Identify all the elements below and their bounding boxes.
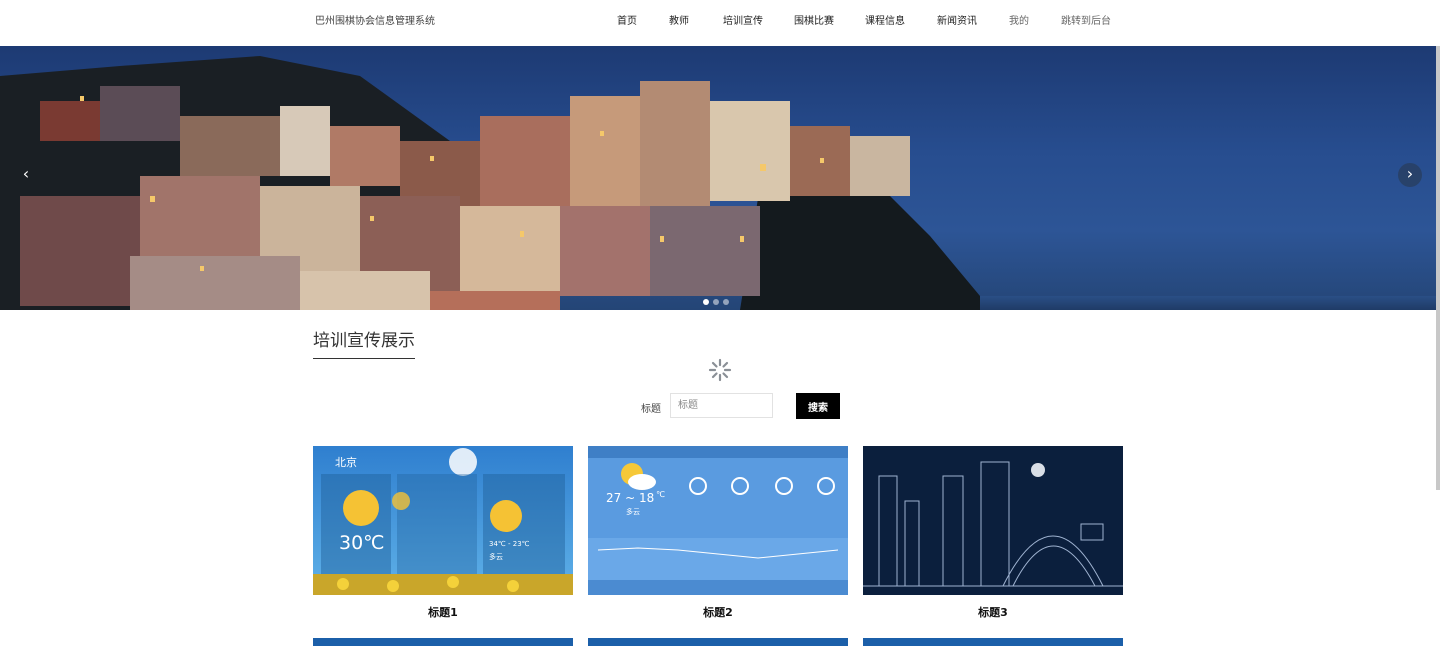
thumb-unit: ℃ xyxy=(656,490,665,499)
card-title: 标题2 xyxy=(703,606,733,619)
nav-home[interactable]: 首页 xyxy=(617,12,637,27)
top-header: 巴州围棋协会信息管理系统 首页 教师 培训宣传 围棋比赛 课程信息 新闻资讯 我… xyxy=(0,0,1440,46)
thumb-weather: 多云 xyxy=(626,508,640,516)
carousel-prev-button[interactable]: ‹ xyxy=(14,163,38,187)
promo-card-1[interactable]: 北京 30℃ 34℃ - 23℃ 多云 标题1 xyxy=(313,446,573,620)
nav-matches[interactable]: 围棋比赛 xyxy=(794,12,834,27)
carousel-indicators xyxy=(703,290,733,305)
chevron-left-icon: ‹ xyxy=(22,164,30,183)
promo-card-2[interactable]: 27 ~ 18 ℃ 多云 标题2 xyxy=(588,446,848,620)
chevron-right-icon: › xyxy=(1406,164,1414,183)
thumb-city: 北京 xyxy=(335,456,357,469)
promo-card-3[interactable]: 标题3 xyxy=(863,446,1123,620)
card-title: 标题3 xyxy=(978,606,1008,619)
search-input[interactable] xyxy=(670,393,773,418)
search-button[interactable]: 搜索 xyxy=(796,393,840,419)
banner-carousel[interactable]: ‹ › xyxy=(0,46,1436,310)
nav-training[interactable]: 培训宣传 xyxy=(723,12,763,27)
promo-card-5-partial[interactable] xyxy=(588,638,848,646)
carousel-dot-3[interactable] xyxy=(723,299,729,305)
thumb-range: 34℃ - 23℃ xyxy=(489,540,530,548)
loading-spinner-icon xyxy=(708,358,732,382)
card-thumbnail xyxy=(863,446,1123,595)
nav-courses[interactable]: 课程信息 xyxy=(865,12,905,27)
page-scrollbar[interactable] xyxy=(1436,46,1440,490)
thumb-weather: 多云 xyxy=(489,553,503,561)
card-title: 标题1 xyxy=(428,606,458,619)
card-thumbnail: 27 ~ 18 ℃ 多云 xyxy=(588,446,848,595)
main-nav: 首页 教师 培训宣传 围棋比赛 课程信息 新闻资讯 我的 跳转到后台 xyxy=(0,12,1440,32)
carousel-next-button[interactable]: › xyxy=(1398,163,1422,187)
thumb-temp-range: 27 ~ 18 xyxy=(606,491,655,505)
section-title: 培训宣传展示 xyxy=(313,326,415,359)
promo-card-4-partial[interactable] xyxy=(313,638,573,646)
nav-news[interactable]: 新闻资讯 xyxy=(937,12,977,27)
card-thumbnail: 北京 30℃ 34℃ - 23℃ 多云 xyxy=(313,446,573,595)
promo-card-6-partial[interactable] xyxy=(863,638,1123,646)
nav-admin[interactable]: 跳转到后台 xyxy=(1061,12,1111,27)
nav-teachers[interactable]: 教师 xyxy=(669,12,689,27)
carousel-dot-2[interactable] xyxy=(713,299,719,305)
thumb-temperature: 30℃ xyxy=(339,532,385,554)
search-label: 标题 xyxy=(641,404,661,415)
banner-image xyxy=(0,56,1436,310)
nav-mine[interactable]: 我的 xyxy=(1009,12,1029,27)
carousel-dot-1[interactable] xyxy=(703,299,709,305)
